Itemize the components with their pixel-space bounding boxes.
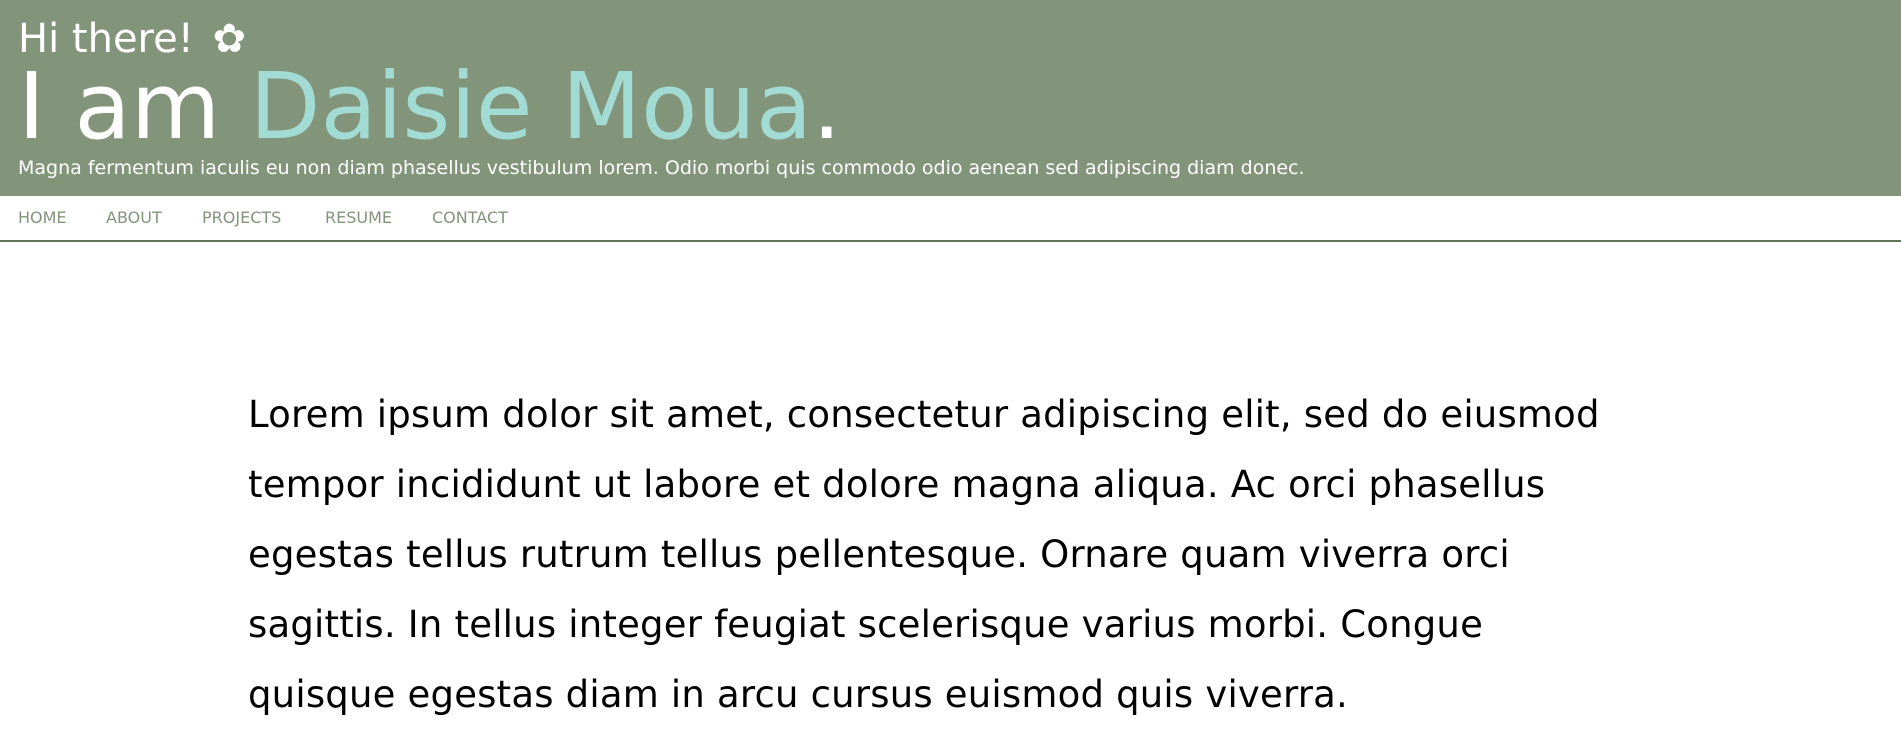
nav-item-home[interactable]: HOME: [18, 208, 67, 228]
site-header: Hi there! ✿ I am Daisie Moua. Magna ferm…: [0, 0, 1901, 196]
nav-item-resume[interactable]: RESUME: [325, 208, 392, 228]
person-name: Daisie Moua: [249, 53, 813, 160]
tagline: Magna fermentum iaculis eu non diam phas…: [18, 157, 1305, 179]
nav-item-contact[interactable]: CONTACT: [432, 208, 508, 228]
main-nav: HOME ABOUT PROJECTS RESUME CONTACT: [0, 196, 1901, 242]
intro-suffix: .: [812, 53, 842, 160]
nav-item-about[interactable]: ABOUT: [106, 208, 162, 228]
intro-paragraph: Lorem ipsum dolor sit amet, consectetur …: [248, 393, 1600, 716]
nav-item-projects[interactable]: PROJECTS: [202, 208, 281, 228]
page-title: I am Daisie Moua.: [18, 52, 841, 162]
intro-prefix: I am: [18, 53, 250, 160]
